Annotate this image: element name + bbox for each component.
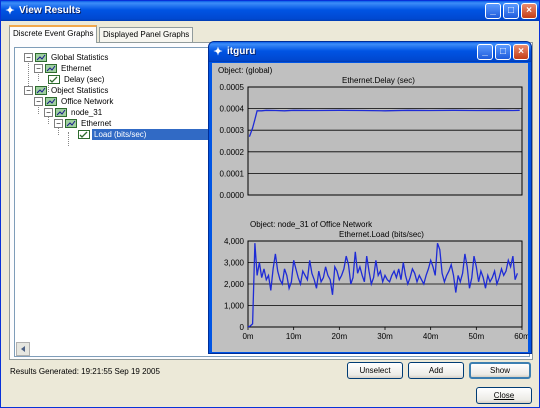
tab-displayed-panel-graphs[interactable]: Displayed Panel Graphs	[99, 27, 194, 42]
graph-window: ✦ itguru _ □ × Object: (global) Ethernet…	[208, 41, 532, 354]
scroll-left-button[interactable]	[16, 342, 30, 356]
graph-body: Object: (global) Ethernet.Delay (sec) Ob…	[212, 63, 528, 352]
delay-ytick-label: 0.0003	[220, 126, 245, 135]
arrow-left-icon	[21, 346, 25, 352]
maximize-button[interactable]: □	[503, 3, 519, 19]
checkbox-stat-icon[interactable]	[78, 130, 90, 139]
title-bar[interactable]: ✦ View Results _ □ ×	[1, 1, 539, 21]
stat-folder-icon	[55, 108, 67, 117]
graph-title-bar[interactable]: ✦ itguru _ □ ×	[209, 42, 531, 62]
window-title: View Results	[19, 5, 81, 16]
delay-ytick-label: 0.0001	[220, 169, 245, 178]
delay-ytick-label: 0.0004	[220, 105, 245, 114]
tree-label: Ethernet	[61, 64, 92, 73]
tab-discrete-event-graphs[interactable]: Discrete Event Graphs	[9, 25, 98, 43]
stat-folder-icon	[45, 97, 57, 106]
stat-folder-icon	[45, 64, 57, 73]
tree-label: Load (bits/sec)	[92, 129, 224, 140]
stat-folder-icon	[35, 86, 47, 95]
load-ytick-label: 3,000	[224, 259, 245, 268]
tree-label: Ethernet	[81, 119, 112, 128]
delay-ytick-label: 0.0000	[220, 191, 245, 200]
add-button[interactable]: Add	[408, 362, 464, 379]
load-xtick-label: 20m	[332, 332, 348, 341]
show-button[interactable]: Show	[469, 362, 531, 379]
graph-minimize-button[interactable]: _	[477, 44, 493, 60]
tree-label: Global Statistics	[51, 53, 109, 62]
tree-label: node_31	[71, 108, 103, 117]
load-ytick-label: 4,000	[224, 237, 245, 246]
load-xtick-label: 50m	[469, 332, 485, 341]
collapse-icon[interactable]: −	[34, 64, 43, 73]
delay-ytick-label: 0.0002	[220, 148, 245, 157]
load-ytick-label: 1,000	[224, 302, 245, 311]
stat-folder-icon	[65, 119, 77, 128]
graph-window-title: itguru	[227, 46, 256, 57]
tree-label: Office Network	[61, 97, 114, 106]
unselect-button[interactable]: Unselect	[347, 362, 403, 379]
collapse-icon[interactable]: −	[24, 86, 33, 95]
stat-folder-icon	[35, 53, 47, 62]
delay-plot-area	[247, 86, 523, 196]
load-xtick-label: 40m	[423, 332, 439, 341]
load-xtick-label: 60m	[514, 332, 528, 341]
tree-label: Delay (sec)	[64, 75, 105, 84]
collapse-icon[interactable]: −	[34, 97, 43, 106]
close-button-label: Close	[493, 391, 515, 400]
minimize-button[interactable]: _	[485, 3, 501, 19]
app-star-icon: ✦	[5, 5, 15, 17]
load-xtick-label: 0m	[242, 332, 253, 341]
collapse-icon[interactable]: −	[54, 119, 63, 128]
checkbox-stat-icon[interactable]	[48, 75, 60, 84]
load-ytick-label: 2,000	[224, 280, 245, 289]
close-button[interactable]: Close	[476, 387, 532, 404]
results-status: Results Generated: 19:21:55 Sep 19 2005	[10, 367, 160, 376]
charts-canvas: 0.0005 0.0004 0.0003 0.0002 0.0001 0.0000 4,00…	[220, 83, 528, 341]
app-star-icon: ✦	[213, 46, 223, 58]
load-xtick-label: 30m	[377, 332, 393, 341]
load-xtick-label: 10m	[286, 332, 302, 341]
close-window-button[interactable]: ×	[521, 3, 537, 19]
graph-close-button[interactable]: ×	[513, 44, 529, 60]
graph-maximize-button[interactable]: □	[495, 44, 511, 60]
delay-ytick-label: 0.0005	[220, 83, 245, 92]
load-ytick-label: 0	[240, 323, 245, 332]
collapse-icon[interactable]: −	[24, 53, 33, 62]
tree-label: Object Statistics	[51, 86, 109, 95]
collapse-icon[interactable]: −	[44, 108, 53, 117]
